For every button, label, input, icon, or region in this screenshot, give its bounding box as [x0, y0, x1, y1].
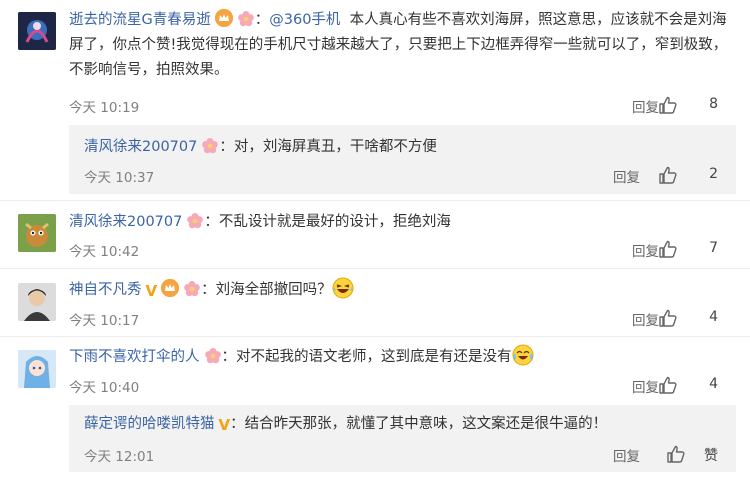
- reply-meta: 今天 12:01 回复 赞: [84, 445, 736, 467]
- reply-text: ：对，刘海屏真丑，干啥都不方便: [219, 139, 437, 155]
- thumbs-up-icon: [659, 96, 677, 114]
- vip-crown-icon: [214, 9, 233, 27]
- comment-meta: 今天 10:40 回复 4: [69, 376, 736, 398]
- like-button[interactable]: 8: [658, 95, 718, 117]
- like-count: 8: [709, 96, 718, 112]
- thumbs-up-icon: [659, 376, 677, 394]
- like-count: 7: [709, 240, 718, 256]
- reply-button[interactable]: 回复: [632, 96, 659, 116]
- vip-crown-icon: [161, 279, 180, 297]
- like-count: 4: [709, 376, 718, 392]
- comment-meta: 今天 10:17 回复 4: [69, 309, 736, 331]
- like-button[interactable]: 4: [658, 375, 718, 397]
- laughing-emoji-icon: [332, 277, 354, 299]
- like-button[interactable]: 4: [658, 308, 718, 330]
- reply-meta: 今天 10:37 回复 2: [84, 166, 736, 188]
- flower-badge-icon: [183, 280, 201, 298]
- thumbs-up-icon: [659, 309, 677, 327]
- divider: [0, 336, 750, 337]
- flower-badge-icon: [201, 137, 219, 155]
- verified-v-icon: V: [145, 282, 158, 300]
- reply-button[interactable]: 回复: [632, 240, 659, 260]
- reply-button[interactable]: 回复: [613, 166, 640, 186]
- sub-reply-text-block: 薛定谔的哈喽凯特猫 V：结合昨天那张，就懂了其中意味，这文案还是很牛逼的！: [84, 412, 726, 438]
- comment-text-block: 下雨不喜欢打伞的人 ：对不起我的语文老师，这到底是有还是没有: [69, 344, 736, 370]
- username-link[interactable]: 神自不凡秀: [69, 282, 142, 298]
- sub-reply-text-block: 清风徐来200707 ：对，刘海屏真丑，干啥都不方便: [84, 135, 726, 160]
- username-link[interactable]: 逝去的流星G青春易逝: [69, 12, 211, 28]
- like-button[interactable]: 赞: [666, 444, 718, 466]
- comment-text-block: 清风徐来200707 ：不乱设计就是最好的设计，拒绝刘海: [69, 210, 736, 235]
- avatar[interactable]: [18, 283, 56, 321]
- reply-button[interactable]: 回复: [632, 376, 659, 396]
- crying-laughing-emoji-icon: [512, 344, 534, 366]
- comment-text-block: 神自不凡秀 V ：刘海全部撤回吗？: [69, 277, 736, 304]
- reply-button[interactable]: 回复: [632, 309, 659, 329]
- username-link[interactable]: 清风徐来200707: [69, 214, 182, 230]
- timestamp: 今天 10:17: [69, 313, 140, 329]
- divider: [0, 200, 750, 201]
- like-count: 4: [709, 309, 718, 325]
- comment-meta: 今天 10:42 回复 7: [69, 240, 736, 262]
- divider: [0, 268, 750, 269]
- flower-badge-icon: [237, 10, 255, 28]
- avatar[interactable]: [18, 214, 56, 252]
- comment-text: ：刘海全部撤回吗？: [201, 282, 332, 298]
- thumbs-up-icon: [659, 166, 677, 184]
- verified-v-icon: V: [218, 416, 231, 434]
- like-count: 2: [709, 166, 718, 182]
- timestamp: 今天 10:19: [69, 100, 140, 116]
- comment-text-block: 逝去的流星G青春易逝 ：@360手机 本人真心有些不喜欢刘海屏，照这意思，应该就不…: [69, 8, 736, 83]
- username-link[interactable]: 下雨不喜欢打伞的人: [69, 349, 200, 365]
- timestamp: 今天 10:42: [69, 244, 140, 260]
- like-label: 赞: [704, 448, 718, 464]
- flower-badge-icon: [186, 212, 204, 230]
- sub-reply-box: 清风徐来200707 ：对，刘海屏真丑，干啥都不方便 今天 10:37 回复 2: [69, 125, 736, 194]
- avatar[interactable]: [18, 12, 56, 50]
- thumbs-up-icon: [667, 445, 685, 463]
- username-link[interactable]: 薛定谔的哈喽凯特猫: [84, 416, 215, 432]
- comment-text: ：对不起我的语文老师，这到底是有还是没有: [221, 349, 512, 365]
- reply-text: ：结合昨天那张，就懂了其中意味，这文案还是很牛逼的！: [230, 416, 608, 432]
- like-button[interactable]: 2: [658, 165, 718, 187]
- username-link[interactable]: 清风徐来200707: [84, 139, 197, 155]
- timestamp: 今天 10:37: [84, 170, 155, 186]
- timestamp: 今天 12:01: [84, 449, 155, 465]
- mention-link[interactable]: @360手机: [269, 12, 340, 28]
- comment-meta: 今天 10:19 回复 8: [69, 96, 736, 118]
- avatar[interactable]: [18, 350, 56, 388]
- like-button[interactable]: 7: [658, 239, 718, 261]
- reply-button[interactable]: 回复: [613, 445, 640, 465]
- timestamp: 今天 10:40: [69, 380, 140, 396]
- sub-reply-box: 薛定谔的哈喽凯特猫 V：结合昨天那张，就懂了其中意味，这文案还是很牛逼的！ 今天 …: [69, 405, 736, 472]
- flower-badge-icon: [204, 347, 222, 365]
- comment-text: ：不乱设计就是最好的设计，拒绝刘海: [204, 214, 451, 230]
- thumbs-up-icon: [659, 240, 677, 258]
